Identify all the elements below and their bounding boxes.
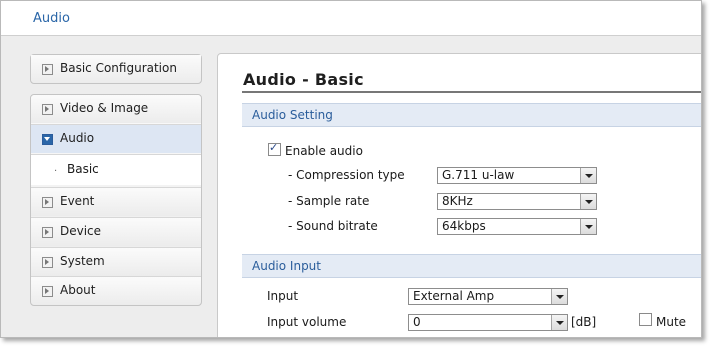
expand-arrow-icon xyxy=(42,227,53,238)
sidebar-item-system[interactable]: System xyxy=(31,247,201,276)
sidebar-item-label: Event xyxy=(60,194,95,208)
sidebar-item-about[interactable]: About xyxy=(31,276,201,305)
select-value: G.711 u-law xyxy=(442,168,515,182)
sound-bitrate-label: - Sound bitrate xyxy=(288,219,378,233)
sidebar-item-basic-configuration[interactable]: Basic Configuration xyxy=(31,55,201,83)
audio-window: Audio Basic Configuration Video & Image … xyxy=(0,0,702,338)
mute-checkbox[interactable] xyxy=(639,313,652,326)
chevron-down-icon[interactable] xyxy=(551,289,567,304)
sample-rate-select[interactable]: 8KHz xyxy=(437,193,597,210)
sound-bitrate-select[interactable]: 64kbps xyxy=(437,218,597,235)
window-title: Audio xyxy=(33,11,70,26)
sample-rate-label: - Sample rate xyxy=(288,194,370,208)
enable-audio-checkbox[interactable] xyxy=(268,141,281,156)
sidebar-nav-box: Video & Image Audio · Basic Event Device… xyxy=(30,94,202,306)
sidebar-item-label: About xyxy=(60,283,96,297)
sidebar-basic-config-box: Basic Configuration xyxy=(30,54,202,84)
sidebar-item-label: Audio xyxy=(60,131,95,145)
select-value: 0 xyxy=(413,315,421,329)
section-header-audio-input: Audio Input xyxy=(242,254,701,278)
sidebar-subitem-basic[interactable]: · Basic xyxy=(31,154,201,185)
sidebar-item-label: Device xyxy=(60,224,102,238)
collapse-arrow-icon xyxy=(42,134,53,145)
expand-arrow-icon xyxy=(42,286,53,297)
input-volume-label: Input volume xyxy=(267,315,347,329)
sidebar-item-event[interactable]: Event xyxy=(31,187,201,216)
input-select[interactable]: External Amp xyxy=(408,288,568,305)
compression-type-select[interactable]: G.711 u-law xyxy=(437,167,597,184)
title-bar: Audio xyxy=(1,1,701,36)
sidebar-item-label: Basic Configuration xyxy=(60,61,177,75)
expand-arrow-icon xyxy=(42,104,53,115)
expand-arrow-icon xyxy=(42,257,53,268)
input-label: Input xyxy=(267,289,299,303)
chevron-down-icon[interactable] xyxy=(580,168,596,183)
select-value: 8KHz xyxy=(442,194,473,208)
chevron-down-icon[interactable] xyxy=(580,194,596,209)
compression-type-label: - Compression type xyxy=(288,168,405,182)
section-header-audio-setting: Audio Setting xyxy=(242,103,701,127)
select-value: 64kbps xyxy=(442,219,486,233)
sidebar-item-device[interactable]: Device xyxy=(31,217,201,246)
page-title: Audio - Basic xyxy=(243,70,364,89)
section-title: Audio Setting xyxy=(252,108,333,122)
sidebar-item-video-image[interactable]: Video & Image xyxy=(31,95,201,123)
sidebar-item-audio[interactable]: Audio xyxy=(31,124,201,153)
expand-arrow-icon xyxy=(42,64,53,75)
section-title: Audio Input xyxy=(252,259,321,273)
input-volume-select[interactable]: 0 xyxy=(408,314,568,331)
mute-label: Mute xyxy=(656,315,687,329)
sidebar-subitem-label: Basic xyxy=(67,162,99,176)
select-value: External Amp xyxy=(413,289,495,303)
chevron-down-icon[interactable] xyxy=(551,315,567,330)
chevron-down-icon[interactable] xyxy=(580,219,596,234)
enable-audio-label: Enable audio xyxy=(285,144,363,158)
main-panel: Audio - Basic Audio Setting Enable audio… xyxy=(217,53,701,337)
expand-arrow-icon xyxy=(42,197,53,208)
sidebar-item-label: Video & Image xyxy=(60,101,149,115)
input-volume-unit: [dB] xyxy=(571,315,597,329)
bullet-icon: · xyxy=(54,166,58,177)
title-divider xyxy=(242,91,701,93)
sidebar-item-label: System xyxy=(60,254,105,268)
